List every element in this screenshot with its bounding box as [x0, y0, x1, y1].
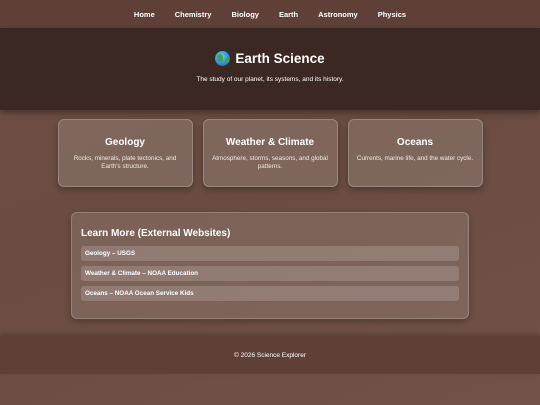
nav-earth[interactable]: Earth — [269, 10, 308, 19]
nav-chemistry[interactable]: Chemistry — [165, 10, 222, 19]
card-title: Oceans — [396, 137, 434, 148]
link-geology-usgs[interactable]: Geology – USGS — [81, 246, 459, 261]
card-description: Rocks, minerals, plate tectonics, and Ea… — [73, 155, 177, 171]
link-weather-noaa-education[interactable]: Weather & Climate – NOAA Education — [81, 266, 459, 281]
card-weather-climate[interactable]: Weather & Climate Atmosphere, storms, se… — [202, 119, 338, 187]
card-description: Currents, marine life, and the water cyc… — [356, 155, 474, 162]
learn-more-panel: Learn More (External Websites) Geology –… — [71, 212, 469, 319]
card-geology[interactable]: Geology Rocks, minerals, plate tectonics… — [57, 119, 193, 187]
card-description: Atmosphere, storms, seasons, and global … — [212, 155, 328, 171]
topic-cards: Geology Rocks, minerals, plate tectonics… — [0, 119, 540, 187]
page-subtitle: The study of our planet, its systems, an… — [196, 76, 344, 83]
page-title-row: Earth Science — [215, 51, 325, 66]
top-navigation: Home Chemistry Biology Earth Astronomy P… — [0, 0, 540, 28]
nav-home[interactable]: Home — [124, 10, 165, 19]
globe-icon — [215, 51, 231, 66]
card-oceans[interactable]: Oceans Currents, marine life, and the wa… — [347, 119, 483, 187]
link-oceans-noaa-kids[interactable]: Oceans – NOAA Ocean Service Kids — [81, 286, 459, 301]
nav-biology[interactable]: Biology — [221, 10, 269, 19]
footer-copyright: © 2026 Science Explorer — [234, 351, 306, 359]
nav-physics[interactable]: Physics — [368, 10, 416, 19]
nav-astronomy[interactable]: Astronomy — [308, 10, 368, 19]
footer: © 2026 Science Explorer — [0, 336, 540, 374]
learn-more-heading: Learn More (External Websites) — [81, 228, 231, 239]
page-title: Earth Science — [235, 51, 325, 66]
hero-banner: Earth Science The study of our planet, i… — [0, 28, 540, 110]
card-title: Weather & Climate — [225, 137, 315, 148]
card-title: Geology — [104, 137, 145, 148]
